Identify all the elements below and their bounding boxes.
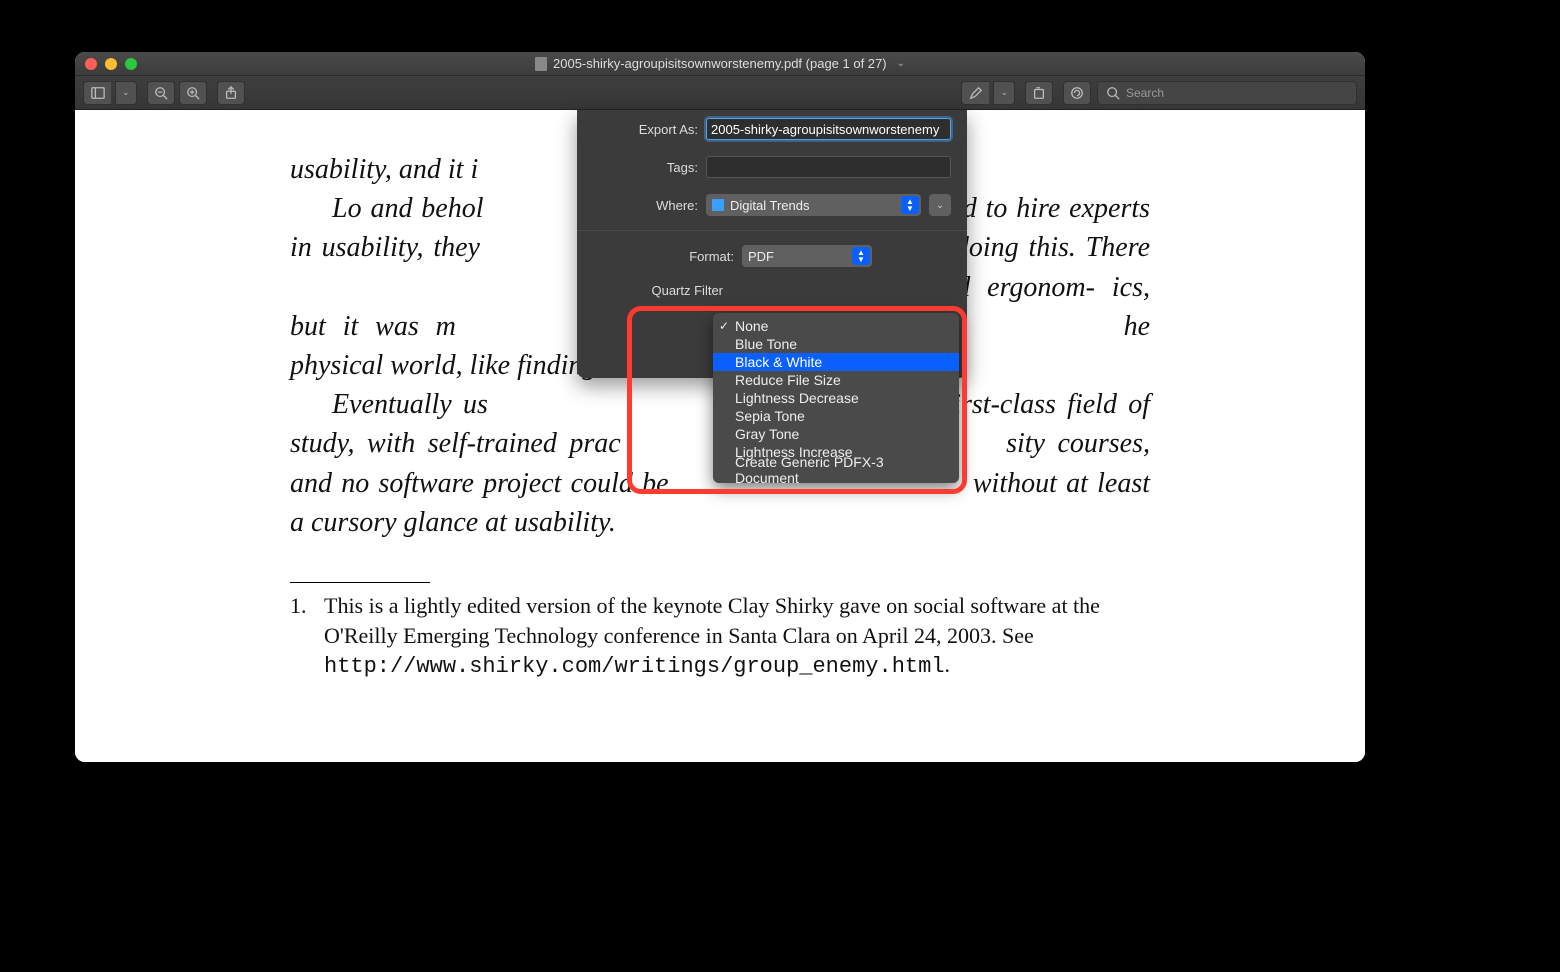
format-value: PDF [748, 249, 774, 264]
chevron-down-icon: ⌄ [936, 200, 944, 211]
annotate-icon [1070, 86, 1084, 100]
where-value: Digital Trends [730, 198, 809, 213]
reveal-button[interactable]: ⌄ [929, 194, 951, 216]
where-select[interactable]: Digital Trends ▲▼ [706, 194, 921, 216]
close-window-button[interactable] [85, 58, 97, 70]
quartz-filter-option[interactable]: Lightness Decrease [713, 389, 959, 407]
sidebar-toggle-button[interactable] [83, 81, 111, 105]
quartz-filter-option[interactable]: Gray Tone [713, 425, 959, 443]
edit-button[interactable] [1063, 81, 1091, 105]
sidebar-icon [91, 86, 105, 100]
titlebar: 2005-shirky-agroupisitsownworstenemy.pdf… [75, 52, 1365, 76]
toolbar: ⌄ ⌄ [75, 76, 1365, 110]
zoom-out-button[interactable] [147, 81, 175, 105]
updown-arrows-icon: ▲▼ [901, 196, 919, 214]
footnote-dot: . [945, 652, 951, 677]
minimize-window-button[interactable] [105, 58, 117, 70]
sidebar-toggle-chevron[interactable]: ⌄ [115, 81, 137, 105]
quartz-filter-option[interactable]: Reduce File Size [713, 371, 959, 389]
quartz-filter-dropdown: NoneBlue ToneBlack & WhiteReduce File Si… [713, 313, 959, 483]
format-select[interactable]: PDF ▲▼ [742, 245, 872, 267]
footnote-separator [290, 582, 430, 583]
quartz-filter-label: Quartz Filter [593, 283, 723, 298]
text-fragment: Lo and behol [332, 193, 484, 224]
updown-arrows-icon: ▲▼ [852, 247, 870, 265]
footnote-body: This is a lightly edited version of the … [324, 593, 1100, 648]
folder-icon [712, 199, 724, 211]
footnote: 1. This is a lightly edited version of t… [290, 591, 1150, 682]
quartz-filter-option[interactable]: Create Generic PDFX-3 Document [713, 461, 959, 479]
format-label: Format: [604, 249, 734, 264]
zoom-in-icon [186, 86, 200, 100]
zoom-out-icon [154, 86, 168, 100]
markup-chevron[interactable]: ⌄ [993, 81, 1015, 105]
share-icon [224, 86, 238, 100]
pencil-icon [969, 86, 983, 100]
share-button[interactable] [217, 81, 245, 105]
quartz-filter-option[interactable]: Black & White [713, 353, 959, 371]
zoom-window-button[interactable] [125, 58, 137, 70]
export-as-label: Export As: [593, 122, 698, 137]
export-as-input[interactable] [706, 118, 951, 140]
search-icon [1106, 86, 1120, 100]
footnote-text: This is a lightly edited version of the … [324, 591, 1150, 682]
footnote-number: 1. [290, 591, 310, 682]
traffic-lights [75, 58, 137, 70]
tags-input[interactable] [706, 156, 951, 178]
search-input[interactable] [1126, 86, 1348, 100]
quartz-filter-option[interactable]: Sepia Tone [713, 407, 959, 425]
chevron-down-icon: ⌄ [122, 87, 130, 98]
search-field[interactable] [1097, 81, 1357, 105]
chevron-down-icon: ⌄ [897, 58, 905, 69]
chevron-down-icon: ⌄ [1000, 87, 1008, 98]
text-fragment: usability, and it i [290, 154, 478, 185]
zoom-in-button[interactable] [179, 81, 207, 105]
where-label: Where: [593, 198, 698, 213]
markup-button[interactable] [961, 81, 989, 105]
window-title[interactable]: 2005-shirky-agroupisitsownworstenemy.pdf… [535, 56, 905, 71]
quartz-filter-option[interactable]: None [713, 317, 959, 335]
footnote-url: http://www.shirky.com/writings/group_ene… [324, 654, 945, 679]
preview-window: 2005-shirky-agroupisitsownworstenemy.pdf… [75, 52, 1365, 762]
text-fragment: Eventually us [332, 389, 488, 420]
tags-label: Tags: [593, 160, 698, 175]
rotate-icon [1032, 86, 1046, 100]
quartz-filter-option[interactable]: Blue Tone [713, 335, 959, 353]
window-title-text: 2005-shirky-agroupisitsownworstenemy.pdf… [553, 56, 887, 71]
rotate-button[interactable] [1025, 81, 1053, 105]
document-icon [535, 57, 547, 71]
